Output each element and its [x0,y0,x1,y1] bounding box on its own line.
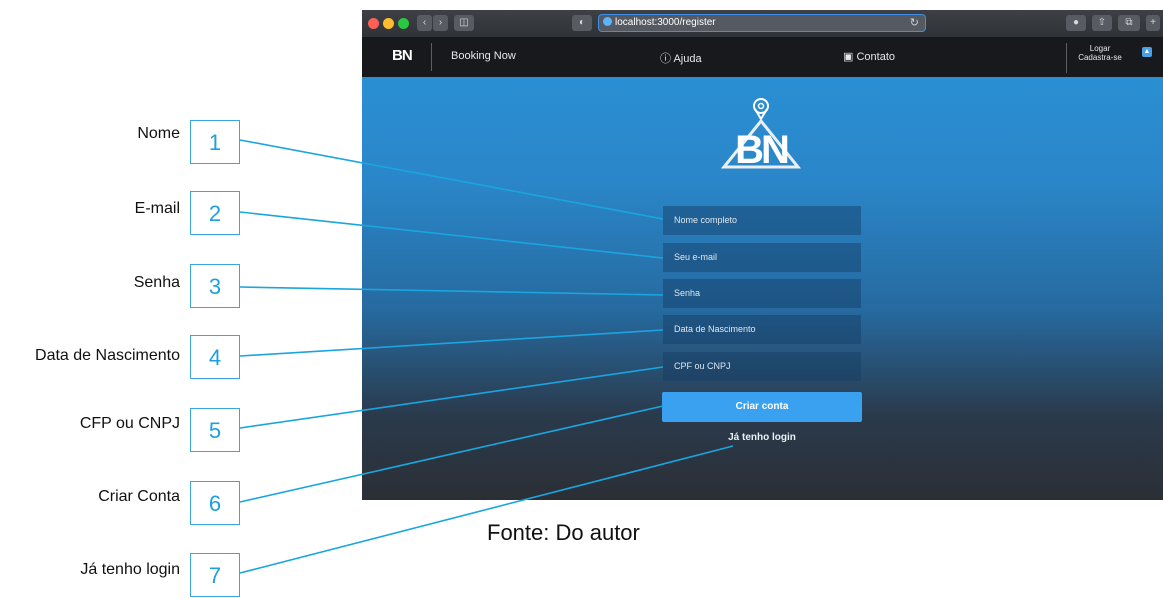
logo-text: BN [735,128,788,172]
annotation-label-2: E-mail [134,200,180,217]
create-account-button[interactable]: Criar conta [662,392,862,422]
figure-caption: Fonte: Do autor [487,520,640,545]
annotation-label-6: Criar Conta [98,488,180,505]
extension-icon[interactable]: ▲ [1142,47,1152,57]
nav-brand-link[interactable]: Booking Now [451,50,516,62]
email-input[interactable]: Seu e-mail [663,243,861,272]
annotation-number-3: 3 [190,264,240,308]
back-button[interactable]: ‹ [417,15,432,31]
annotation-label-1: Nome [137,125,180,142]
download-icon: ● [1072,17,1080,28]
tabs-icon: ⧉ [1125,17,1133,28]
browser-titlebar: ‹ › ◫ ◐ localhost:3000/register ↻ ● ⇧ ⧉ … [362,10,1163,37]
nav-divider-right [1066,43,1067,73]
nav-help-label: Ajuda [673,53,702,65]
annotation-label-7: Já tenho login [80,561,180,578]
annotation-number-1: 1 [190,120,240,164]
downloads-button[interactable]: ● [1066,15,1086,31]
contact-icon: ▣ [843,51,854,63]
annotation-label-5: CFP ou CNPJ [79,415,180,432]
sidebar-icon: ◫ [459,17,469,28]
birthdate-input[interactable]: Data de Nascimento [663,315,861,344]
nav-contact-link[interactable]: ▣ Contato [843,50,895,63]
browser-window: ‹ › ◫ ◐ localhost:3000/register ↻ ● ⇧ ⧉ … [362,10,1163,500]
annotation-number-6: 6 [190,481,240,525]
name-input[interactable]: Nome completo [663,206,861,235]
zoom-window-button[interactable] [398,18,409,29]
annotation-number-2: 2 [190,191,240,235]
nav-register-link[interactable]: Cadastra-se [1074,53,1126,62]
shield-icon: ◐ [578,17,586,28]
nav-auth-links: Logar Cadastra-se [1074,44,1126,62]
cpf-cnpj-input[interactable]: CPF ou CNPJ [663,352,861,381]
register-page: BN Nome completo Seu e-mail Senha Data d… [362,77,1163,500]
annotation-label-4: Data de Nascimento [35,347,180,364]
sidebar-toggle-button[interactable]: ◫ [454,15,474,31]
share-button[interactable]: ⇧ [1092,15,1112,31]
new-tab-button[interactable]: + [1146,15,1160,31]
already-have-login-link[interactable]: Já tenho login [662,432,862,443]
share-icon: ⇧ [1097,17,1107,28]
plus-icon: + [1150,17,1156,28]
annotation-number-7: 7 [190,553,240,597]
annotation-number-4: 4 [190,335,240,379]
close-window-button[interactable] [368,18,379,29]
nav-help-link[interactable]: ⓘ Ajuda [660,50,702,66]
bn-logo-icon: BN [720,98,802,172]
tabs-button[interactable]: ⧉ [1118,15,1140,31]
privacy-button[interactable]: ◐ [572,15,592,31]
minimize-window-button[interactable] [383,18,394,29]
nav-divider [431,43,432,71]
nav-login-link[interactable]: Logar [1074,44,1126,53]
question-icon: ⓘ [660,53,671,65]
forward-button[interactable]: › [433,15,448,31]
password-input[interactable]: Senha [663,279,861,308]
reload-icon[interactable]: ↻ [910,15,919,31]
nav-logo[interactable]: BN [392,47,413,64]
chevron-left-icon: ‹ [422,17,427,28]
annotation-label-3: Senha [133,274,180,291]
chevron-right-icon: › [438,17,443,28]
nav-contact-label: Contato [856,51,895,63]
annotation-number-5: 5 [190,408,240,452]
site-navbar: BN Booking Now ⓘ Ajuda ▣ Contato Logar C… [362,37,1163,77]
url-text: localhost:3000/register [615,17,716,28]
site-favicon-icon [603,17,612,26]
address-bar[interactable]: localhost:3000/register ↻ [598,14,926,32]
